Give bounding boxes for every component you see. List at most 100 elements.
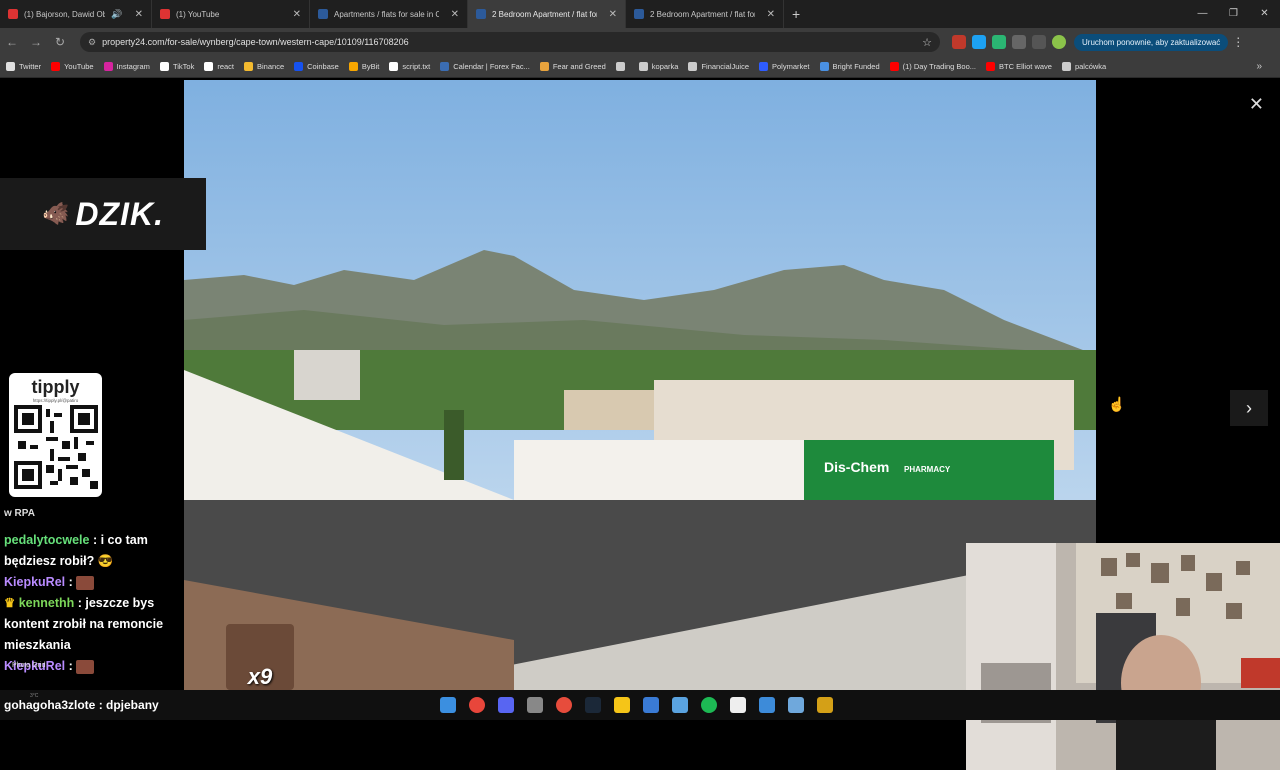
- bookmark-label: koparka: [651, 62, 679, 71]
- bookmark-item[interactable]: react: [204, 62, 234, 71]
- app-icon[interactable]: [759, 697, 775, 713]
- tab-title: (1) Bajorson, Dawid Observe: [24, 9, 106, 19]
- tab-apartments[interactable]: Apartments / flats for sale in Ca ✕: [310, 0, 468, 28]
- boar-icon: 🐗: [42, 201, 70, 226]
- url-text[interactable]: property24.com/for-sale/wynberg/cape-tow…: [102, 37, 922, 47]
- brand-text: DZIK.: [75, 195, 164, 232]
- tab-2-bedroom[interactable]: 2 Bedroom Apartment / flat for ✕: [626, 0, 784, 28]
- close-icon[interactable]: ✕: [767, 9, 775, 20]
- new-tab-button[interactable]: +: [784, 6, 808, 22]
- steam-icon[interactable]: [585, 697, 601, 713]
- app-icon[interactable]: [527, 697, 543, 713]
- extension-icon[interactable]: [992, 35, 1006, 49]
- bookmark-label: YouTube: [64, 62, 94, 71]
- bookmark-item[interactable]: FinancialJuice: [688, 62, 749, 71]
- reload-icon[interactable]: ↻: [48, 35, 72, 49]
- bookmark-item[interactable]: YouTube: [51, 62, 94, 71]
- bookmark-item[interactable]: Binance: [244, 62, 284, 71]
- bookmarks-overflow-icon[interactable]: »: [1256, 61, 1262, 72]
- back-icon[interactable]: ←: [0, 35, 24, 49]
- property24-icon: [318, 9, 328, 19]
- big-emote: x9: [226, 624, 294, 690]
- bookmark-favicon-icon: [440, 62, 450, 71]
- tipply-url: https://tipply.pl/@patiro: [32, 398, 79, 403]
- forward-icon[interactable]: →: [24, 35, 48, 49]
- media-icon[interactable]: [1032, 35, 1046, 49]
- app-icon[interactable]: [817, 697, 833, 713]
- bookmark-item[interactable]: (1) Day Trading Boo...: [889, 62, 976, 71]
- bookmark-label: Bright Funded: [832, 62, 880, 71]
- bookmark-star-icon[interactable]: ☆: [922, 36, 932, 49]
- chrome-icon[interactable]: [469, 697, 485, 713]
- bookmark-item[interactable]: Polymarket: [759, 62, 810, 71]
- puzzle-icon[interactable]: [1012, 35, 1026, 49]
- youtube-icon: [160, 9, 170, 19]
- folder-icon[interactable]: [614, 697, 630, 713]
- discord-icon[interactable]: [498, 697, 514, 713]
- bookmark-item[interactable]: TikTok: [159, 62, 194, 71]
- app-icon[interactable]: [730, 697, 746, 713]
- site-info-icon[interactable]: ⚙: [88, 37, 96, 48]
- bookmark-item[interactable]: Instagram: [103, 62, 150, 71]
- extension-icon[interactable]: [952, 35, 966, 49]
- bookmark-item[interactable]: script.txt: [389, 62, 430, 71]
- photos-icon[interactable]: [788, 697, 804, 713]
- bookmark-item[interactable]: ByBit: [348, 62, 380, 71]
- bookmark-item[interactable]: Coinbase: [294, 62, 339, 71]
- close-window-button[interactable]: ✕: [1249, 0, 1280, 28]
- tab-2-bedroom-active[interactable]: 2 Bedroom Apartment / flat for ✕: [468, 0, 626, 28]
- bookmark-item[interactable]: Twitter: [6, 62, 41, 71]
- menu-icon[interactable]: ⋮: [1232, 35, 1244, 49]
- avatar[interactable]: [1052, 35, 1066, 49]
- tab-youtube-bajorson[interactable]: (1) Bajorson, Dawid Observe 🔊 ✕: [0, 0, 152, 28]
- close-viewer-icon[interactable]: ✕: [1249, 94, 1264, 115]
- taskbar: 3°C gohagoha3zlote : dpjebany: [0, 690, 1280, 720]
- minimize-button[interactable]: —: [1187, 0, 1218, 28]
- close-icon[interactable]: ✕: [293, 9, 301, 20]
- bookmark-label: Polymarket: [772, 62, 810, 71]
- qr-code-icon: [13, 405, 98, 489]
- spotify-icon[interactable]: [701, 697, 717, 713]
- bookmark-favicon-icon: [1061, 62, 1071, 71]
- photo-grid-label: Photo Grid: [12, 662, 46, 669]
- bookmark-label: Coinbase: [307, 62, 339, 71]
- bookmark-item[interactable]: BTC Elliot wave: [986, 62, 1052, 71]
- omnibox[interactable]: ⚙ property24.com/for-sale/wynberg/cape-t…: [80, 32, 940, 52]
- close-icon[interactable]: ✕: [451, 9, 459, 20]
- hand-cursor-icon: ☝: [1108, 396, 1126, 412]
- bookmark-item[interactable]: Bright Funded: [819, 62, 880, 71]
- bookmark-favicon-icon: [6, 62, 15, 71]
- update-button[interactable]: Uruchom ponownie, aby zaktualizować: [1074, 33, 1229, 51]
- speaker-icon[interactable]: 🔊: [111, 9, 122, 20]
- emote-icon: [76, 575, 95, 590]
- bookmark-favicon-icon: [348, 62, 358, 71]
- bookmark-label: ByBit: [361, 62, 380, 71]
- bookmark-item[interactable]: palcówka: [1061, 62, 1106, 71]
- bookmark-item[interactable]: Fear and Greed: [539, 62, 606, 71]
- tab-title: (1) YouTube: [176, 9, 220, 19]
- close-icon[interactable]: ✕: [609, 9, 617, 20]
- app-icon[interactable]: [672, 697, 688, 713]
- bookmark-favicon-icon: [204, 62, 214, 71]
- extension-icon[interactable]: [972, 35, 986, 49]
- listing-photo: Dis-Chem PHARMACY: [184, 80, 1096, 690]
- bookmark-label: react: [217, 62, 235, 71]
- svg-text:Dis-Chem: Dis-Chem: [824, 459, 889, 475]
- windows-start-icon[interactable]: [440, 697, 456, 713]
- close-icon[interactable]: ✕: [135, 9, 143, 20]
- restore-button[interactable]: ❐: [1218, 0, 1249, 28]
- app-icon[interactable]: [556, 697, 572, 713]
- bookmark-favicon-icon: [51, 62, 61, 71]
- bookmark-item[interactable]: [615, 62, 629, 71]
- tab-youtube[interactable]: (1) YouTube ✕: [152, 0, 310, 28]
- bookmark-favicon-icon: [294, 62, 304, 71]
- bookmark-item[interactable]: koparka: [638, 62, 679, 71]
- bookmark-item[interactable]: Calendar | Forex Fac...: [440, 62, 530, 71]
- next-photo-button[interactable]: ›: [1230, 390, 1268, 426]
- chat-message: ♛ kennethh : jeszcze bys kontent zrobił …: [4, 593, 198, 656]
- chat-text: :: [68, 575, 73, 589]
- emote-multiplier: x9: [247, 664, 273, 689]
- property24-icon: [476, 9, 486, 19]
- app-icon[interactable]: [643, 697, 659, 713]
- chat-text: : dpjebany: [98, 698, 159, 712]
